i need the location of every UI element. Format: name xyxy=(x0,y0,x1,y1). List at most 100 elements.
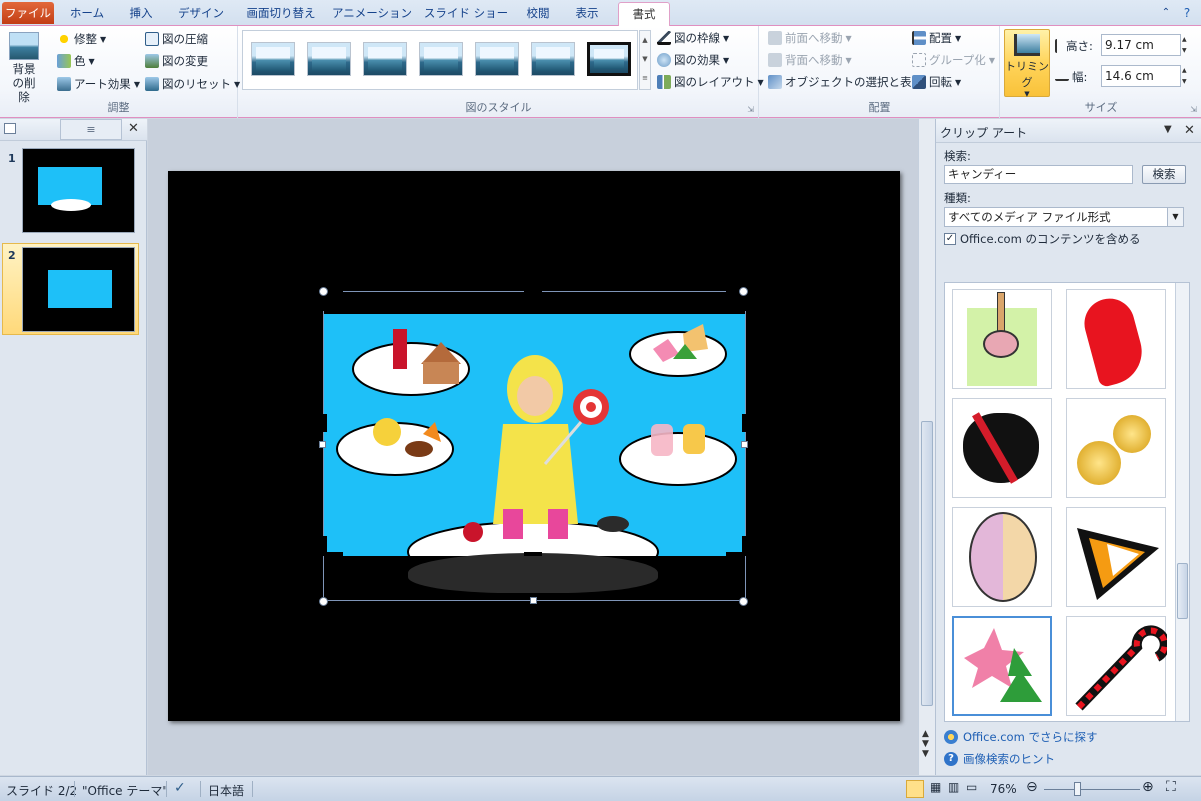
resize-handle-br[interactable] xyxy=(739,597,748,606)
zoom-level[interactable]: 76% xyxy=(990,782,1017,796)
tab-home[interactable]: ホーム xyxy=(60,2,114,26)
outline-tab-icon[interactable]: ≡ xyxy=(60,119,122,140)
change-picture-button[interactable]: 図の変更 xyxy=(145,53,208,69)
style-thumb-5[interactable] xyxy=(475,42,519,76)
tab-slideshow[interactable]: スライド ショー xyxy=(420,2,512,26)
help-icon: ? xyxy=(944,752,958,766)
clipart-item-candy-cane[interactable] xyxy=(1066,616,1170,716)
picture-layout-button[interactable]: 図のレイアウト ▼ xyxy=(657,74,764,90)
style-thumb-2[interactable] xyxy=(307,42,351,76)
clipart-item-candy-cane-ribbon[interactable] xyxy=(1066,289,1166,389)
dialog-launcher-icon[interactable]: ⇲ xyxy=(747,105,754,114)
theme-name[interactable]: "Office テーマ" xyxy=(82,782,168,799)
slide-thumbnail-2[interactable] xyxy=(22,247,135,332)
crop-handle-right[interactable] xyxy=(742,414,746,432)
send-backward-button[interactable]: 背面へ移動 ▼ xyxy=(768,52,852,68)
tab-animations[interactable]: アニメーション xyxy=(330,2,414,26)
zoom-slider[interactable] xyxy=(1044,789,1140,790)
remove-background-button[interactable]: 背景の削除 xyxy=(6,32,42,104)
search-label: 検索: xyxy=(944,149,971,163)
tab-file[interactable]: ファイル xyxy=(2,2,54,24)
clipart-item-candy-heart[interactable] xyxy=(952,398,1052,498)
media-type-value: すべてのメディア ファイル形式 xyxy=(948,210,1111,224)
style-thumb-3[interactable] xyxy=(363,42,407,76)
clipart-item-candy-cane-egg[interactable] xyxy=(952,507,1052,607)
resize-handle-left[interactable] xyxy=(319,441,326,448)
clipart-title: クリップ アート xyxy=(940,126,1028,140)
slide-thumbnail-1[interactable] xyxy=(22,148,135,233)
help-icon[interactable]: ? xyxy=(1178,2,1196,26)
crop-button[interactable]: トリミング ▼ xyxy=(1004,29,1050,98)
prev-next-slide-icon[interactable]: ▲ ▼ ▼ xyxy=(922,729,929,759)
style-thumb-1[interactable] xyxy=(251,42,295,76)
clipart-item-star-tree-cookies[interactable] xyxy=(952,616,1052,716)
gallery-scroll[interactable]: ▲ ▼ ≡ xyxy=(639,30,651,90)
results-scrollbar[interactable] xyxy=(1175,283,1189,721)
more-office-link[interactable]: Office.com でさらに探す xyxy=(944,729,1097,745)
tab-design[interactable]: デザイン xyxy=(170,2,232,26)
dropdown-arrow-icon[interactable]: ▼ xyxy=(1167,208,1183,226)
search-input[interactable]: キャンディー xyxy=(944,165,1133,184)
tab-view[interactable]: 表示 xyxy=(564,2,610,26)
style-thumb-7[interactable] xyxy=(587,42,631,76)
slide-sorter-icon[interactable]: ▦ xyxy=(930,780,941,794)
size-dialog-launcher-icon[interactable]: ⇲ xyxy=(1190,105,1197,114)
minimize-ribbon-icon[interactable]: ⌃ xyxy=(1158,2,1174,26)
media-type-select[interactable]: すべてのメディア ファイル形式 ▼ xyxy=(944,207,1184,227)
language-indicator[interactable]: 日本語 xyxy=(208,782,244,799)
fit-to-window-icon[interactable]: ⛶ xyxy=(1166,779,1176,795)
align-button[interactable]: 配置 ▼ xyxy=(912,30,961,46)
results-scroll-thumb[interactable] xyxy=(1177,563,1188,619)
close-pane-icon[interactable]: ✕ xyxy=(128,121,139,136)
tab-review[interactable]: 校閲 xyxy=(518,2,558,26)
zoom-slider-thumb[interactable] xyxy=(1074,782,1081,796)
tab-format[interactable]: 書式 xyxy=(618,2,670,27)
resize-handle-right[interactable] xyxy=(741,441,748,448)
style-thumb-6[interactable] xyxy=(531,42,575,76)
search-button[interactable]: 検索 xyxy=(1142,165,1186,184)
thumb-picture xyxy=(48,270,112,308)
resize-handle-tl[interactable] xyxy=(319,287,328,296)
pane-menu-icon[interactable]: ▼ xyxy=(1164,124,1172,135)
resize-handle-bl[interactable] xyxy=(319,597,328,606)
slide-canvas[interactable] xyxy=(168,171,900,721)
clipart-item-gold-coins[interactable] xyxy=(1066,398,1166,498)
width-input[interactable]: 14.6 cm xyxy=(1101,65,1181,87)
group-button[interactable]: グループ化 ▼ xyxy=(912,52,995,68)
slideshow-view-icon[interactable]: ▭ xyxy=(966,780,977,794)
crop-handle-bottom[interactable] xyxy=(524,552,542,556)
width-spinner[interactable]: ▲ ▼ xyxy=(1182,65,1192,87)
crop-handle-top[interactable] xyxy=(524,291,542,295)
style-thumb-4[interactable] xyxy=(419,42,463,76)
artistic-effects-button[interactable]: アート効果 ▼ xyxy=(57,76,140,92)
search-hints-link[interactable]: ? 画像検索のヒント xyxy=(944,751,1055,767)
crop-handle-left[interactable] xyxy=(323,414,327,432)
bring-forward-button[interactable]: 前面へ移動 ▼ xyxy=(768,30,852,46)
editor-scrollbar[interactable]: ▲ ▼ ▼ xyxy=(918,119,935,775)
corrections-button[interactable]: 修整 ▼ xyxy=(57,31,106,47)
normal-view-icon[interactable] xyxy=(906,780,924,798)
height-input[interactable]: 9.17 cm xyxy=(1101,34,1181,56)
resize-handle-bottom[interactable] xyxy=(530,597,537,604)
include-office-checkbox[interactable]: ✓ Office.com のコンテンツを含める xyxy=(944,231,1140,247)
tab-transitions[interactable]: 画面切り替え xyxy=(238,2,324,26)
picture-effects-button[interactable]: 図の効果 ▼ xyxy=(657,52,729,68)
zoom-out-icon[interactable]: ⊖ xyxy=(1026,779,1038,795)
close-pane-icon[interactable]: ✕ xyxy=(1184,123,1195,138)
selection-pane-button[interactable]: オブジェクトの選択と表示 xyxy=(768,74,923,90)
zoom-in-icon[interactable]: ⊕ xyxy=(1142,779,1154,795)
tab-insert[interactable]: 挿入 xyxy=(118,2,164,26)
spellcheck-icon[interactable]: ✓ xyxy=(174,780,186,796)
rotate-button[interactable]: 回転 ▼ xyxy=(912,74,961,90)
clipart-item-lollipop[interactable] xyxy=(952,289,1052,389)
reset-picture-button[interactable]: 図のリセット ▼ xyxy=(145,76,240,92)
editor-scroll-thumb[interactable] xyxy=(921,421,933,706)
height-spinner[interactable]: ▲ ▼ xyxy=(1182,34,1192,56)
picture-border-button[interactable]: 図の枠線 ▼ xyxy=(657,30,729,46)
color-button[interactable]: 色 ▼ xyxy=(57,53,95,69)
clipart-item-candy-corn[interactable] xyxy=(1066,507,1166,607)
resize-handle-tr[interactable] xyxy=(739,287,748,296)
slides-tab-icon[interactable] xyxy=(4,123,16,134)
compress-pictures-button[interactable]: 図の圧縮 xyxy=(145,31,208,47)
reading-view-icon[interactable]: ▥ xyxy=(948,780,959,794)
